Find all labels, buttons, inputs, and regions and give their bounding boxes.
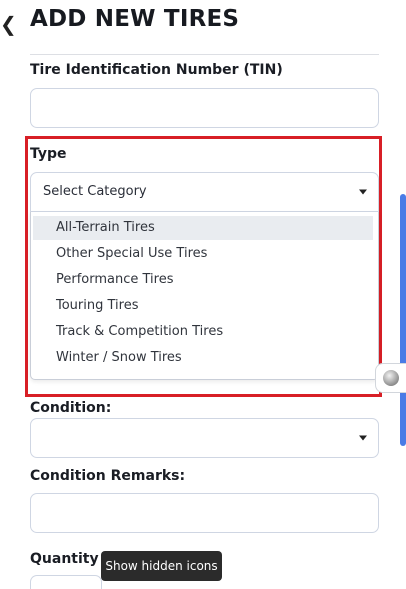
caret-down-icon <box>359 189 367 195</box>
page-title: ADD NEW TIRES <box>30 6 240 32</box>
tin-input[interactable] <box>30 88 379 128</box>
side-widget-handle[interactable] <box>375 363 406 393</box>
tooltip: Show hidden icons <box>101 551 222 581</box>
type-option-touring[interactable]: Touring Tires <box>33 294 373 318</box>
condition-remarks-input[interactable] <box>30 493 379 533</box>
condition-select[interactable] <box>30 418 379 458</box>
condition-label: Condition: <box>30 400 112 416</box>
title-divider <box>30 54 379 55</box>
type-option-performance[interactable]: Performance Tires <box>33 268 373 292</box>
type-option-winter-snow[interactable]: Winter / Snow Tires <box>33 346 373 370</box>
type-option-all-terrain[interactable]: All-Terrain Tires <box>33 216 373 240</box>
type-select-value: Select Category <box>43 184 147 199</box>
quantity-label: Quantity <box>30 551 99 567</box>
type-option-other-special[interactable]: Other Special Use Tires <box>33 242 373 266</box>
page-scrollbar[interactable] <box>400 194 406 446</box>
type-option-track-competition[interactable]: Track & Competition Tires <box>33 320 373 344</box>
caret-down-icon <box>359 435 367 441</box>
condition-remarks-label: Condition Remarks: <box>30 468 186 484</box>
back-chevron-icon[interactable]: ❮ <box>0 12 17 36</box>
type-select[interactable]: Select Category <box>30 172 379 212</box>
type-dropdown-list: All-Terrain Tires Other Special Use Tire… <box>30 212 379 380</box>
assistant-icon <box>383 370 399 386</box>
tin-label: Tire Identification Number (TIN) <box>30 62 283 78</box>
quantity-input[interactable] <box>30 575 102 589</box>
type-label: Type <box>30 146 67 162</box>
